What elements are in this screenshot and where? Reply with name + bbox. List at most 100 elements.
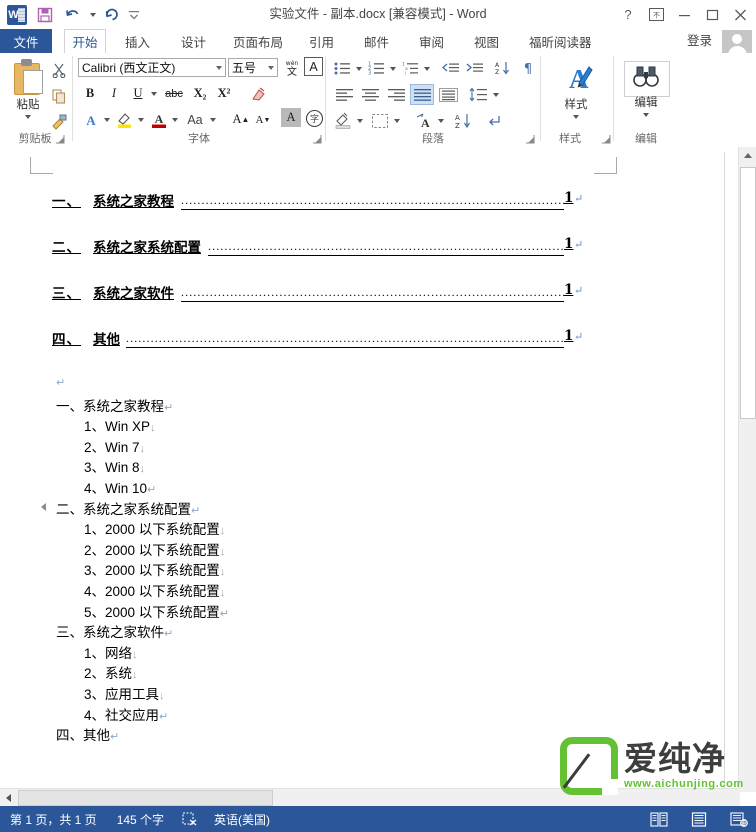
list-item[interactable]: 4、2000 以下系统配置↓: [8, 580, 648, 601]
tab-mailings[interactable]: 邮件: [355, 29, 398, 53]
editing-dropdown-icon[interactable]: [643, 113, 649, 117]
text-effects-dropdown-icon[interactable]: [101, 109, 112, 130]
undo-dropdown-icon[interactable]: [88, 2, 97, 28]
toc-entry[interactable]: 三、 系统之家软件 ..............................…: [8, 282, 648, 328]
bullets-dropdown-icon[interactable]: [353, 58, 364, 79]
list-item[interactable]: 一、系统之家教程↵: [8, 395, 648, 416]
italic-button[interactable]: I: [104, 83, 124, 104]
horizontal-scrollbar-thumb[interactable]: [18, 790, 273, 806]
tab-page-layout[interactable]: 页面布局: [224, 29, 292, 53]
list-item[interactable]: 2、2000 以下系统配置↓: [8, 539, 648, 560]
list-item[interactable]: 四、其他↵: [8, 724, 648, 745]
list-item[interactable]: 1、网络↓: [8, 642, 648, 663]
tab-review[interactable]: 审阅: [410, 29, 453, 53]
format-painter-icon[interactable]: [48, 111, 70, 133]
document-canvas[interactable]: 一、 系统之家教程 ..............................…: [0, 147, 756, 792]
font-size-combobox[interactable]: 五号: [228, 58, 278, 77]
print-layout-view-button[interactable]: [690, 811, 708, 827]
align-center-icon[interactable]: [358, 84, 382, 105]
sort-icon[interactable]: A Z: [492, 58, 514, 79]
borders-dropdown-icon[interactable]: [391, 110, 402, 131]
underline-dropdown-icon[interactable]: [148, 83, 159, 104]
vertical-scrollbar-thumb[interactable]: [740, 167, 756, 419]
toc-entry[interactable]: 一、 系统之家教程 ..............................…: [8, 190, 648, 236]
ribbon-display-options-button[interactable]: 不: [642, 4, 670, 26]
tab-references[interactable]: 引用: [300, 29, 343, 53]
sign-in-link[interactable]: 登录: [687, 29, 712, 53]
list-item[interactable]: 1、Win XP↓: [8, 415, 648, 436]
read-mode-view-button[interactable]: [650, 811, 668, 827]
toc-entry[interactable]: 二、 系统之家系统配置 ............................…: [8, 236, 648, 282]
multilevel-dropdown-icon[interactable]: [421, 58, 432, 79]
web-layout-view-button[interactable]: [730, 811, 748, 827]
clipboard-dialog-launcher[interactable]: [56, 135, 66, 145]
character-shading-icon[interactable]: A: [281, 108, 301, 127]
line-spacing-dropdown-icon[interactable]: [490, 84, 501, 105]
paste-button[interactable]: 粘贴: [6, 57, 50, 131]
phonetic-guide-icon[interactable]: wén 文: [282, 57, 302, 78]
styles-dialog-launcher[interactable]: [602, 135, 612, 145]
paste-dropdown-icon[interactable]: [25, 115, 31, 119]
collapse-triangle-icon[interactable]: [41, 502, 46, 511]
highlight-color-icon[interactable]: [114, 109, 136, 130]
line-spacing-icon[interactable]: [466, 84, 490, 105]
change-case-dropdown-icon[interactable]: [207, 109, 218, 130]
grow-font-icon[interactable]: A ▲: [231, 109, 251, 130]
change-case-button[interactable]: Aa: [182, 109, 208, 130]
font-name-combobox[interactable]: Calibri (西文正文): [78, 58, 226, 77]
tab-view[interactable]: 视图: [465, 29, 508, 53]
tab-design[interactable]: 设计: [172, 29, 215, 53]
shrink-font-icon[interactable]: A ▼: [253, 109, 273, 130]
decrease-indent-icon[interactable]: [440, 58, 462, 79]
enclose-characters-icon[interactable]: 字: [304, 108, 324, 129]
minimize-button[interactable]: [670, 4, 698, 26]
tab-foxit-reader[interactable]: 福昕阅读器: [520, 29, 601, 53]
subscript-button[interactable]: X₂: [189, 83, 211, 104]
list-item[interactable]: 4、Win 10↵: [8, 477, 648, 498]
proofing-status-icon[interactable]: [182, 812, 198, 826]
scroll-up-button[interactable]: [739, 147, 756, 164]
list-item[interactable]: 二、系统之家系统配置↵: [8, 498, 648, 519]
word-count[interactable]: 145 个字: [117, 811, 164, 828]
list-item[interactable]: 1、2000 以下系统配置↓: [8, 518, 648, 539]
word-icon[interactable]: W: [4, 2, 30, 28]
customize-qat-icon[interactable]: [127, 2, 141, 28]
numbering-dropdown-icon[interactable]: [387, 58, 398, 79]
horizontal-scrollbar[interactable]: [0, 788, 740, 806]
list-item[interactable]: 3、2000 以下系统配置↓: [8, 559, 648, 580]
paragraph-dialog-launcher[interactable]: [526, 135, 536, 145]
highlight-dropdown-icon[interactable]: [135, 109, 146, 130]
tab-file[interactable]: 文件: [0, 29, 52, 53]
scroll-left-button[interactable]: [0, 789, 17, 806]
page-indicator[interactable]: 第 1 页，共 1 页: [10, 811, 97, 828]
text-effects-icon[interactable]: A: [80, 109, 102, 130]
list-item[interactable]: 4、社交应用↵: [8, 704, 648, 725]
document-page[interactable]: 一、 系统之家教程 ..............................…: [8, 152, 725, 792]
paragraph-mark-icon[interactable]: [484, 110, 506, 131]
text-direction-dropdown-icon[interactable]: [435, 110, 446, 131]
numbering-icon[interactable]: 1 2 3: [366, 58, 387, 79]
copy-icon[interactable]: [48, 85, 70, 107]
font-dialog-launcher[interactable]: [313, 135, 323, 145]
underline-button[interactable]: U: [128, 83, 148, 104]
redo-icon[interactable]: [99, 2, 125, 28]
tab-insert[interactable]: 插入: [116, 29, 159, 53]
editing-button[interactable]: 编辑: [624, 63, 668, 117]
increase-indent-icon[interactable]: [464, 58, 486, 79]
show-formatting-marks-icon[interactable]: ¶: [518, 58, 538, 79]
styles-dropdown-icon[interactable]: [573, 115, 579, 119]
bullets-icon[interactable]: [332, 58, 353, 79]
restore-button[interactable]: [698, 4, 726, 26]
styles-button[interactable]: A 样式: [548, 61, 604, 119]
bold-button[interactable]: B: [80, 83, 100, 104]
list-item[interactable]: 2、系统↓: [8, 662, 648, 683]
clear-formatting-icon[interactable]: [248, 83, 270, 104]
font-color-icon[interactable]: A: [148, 109, 170, 130]
cut-icon[interactable]: [48, 59, 70, 81]
borders-icon[interactable]: [369, 110, 391, 131]
language-indicator[interactable]: 英语(美国): [214, 811, 270, 828]
shading-dropdown-icon[interactable]: [354, 110, 365, 131]
justify-icon[interactable]: [410, 84, 434, 105]
multilevel-list-icon[interactable]: 1 a i: [400, 58, 421, 79]
list-item[interactable]: 三、系统之家软件↵: [8, 621, 648, 642]
